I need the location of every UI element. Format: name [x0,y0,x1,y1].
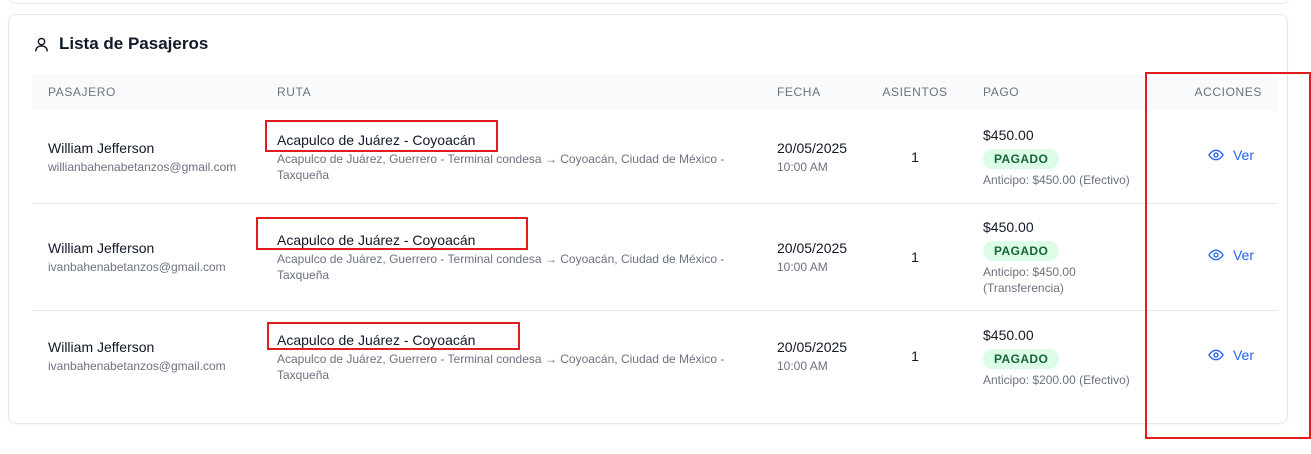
trip-time: 10:00 AM [777,359,828,374]
seats-cell: 1 [863,111,967,203]
status-badge: PAGADO [983,149,1060,170]
table-row: William Jefferson willianbahenabetanzos@… [32,111,1278,203]
passenger-table: PASAJERO RUTA FECHA ASIENTOS PAGO ACCION… [32,73,1278,402]
view-button[interactable]: Ver [1208,347,1254,363]
passenger-cell: William Jefferson willianbahenabetanzos@… [32,111,261,203]
view-button-label: Ver [1232,247,1254,263]
header-route: RUTA [277,85,312,99]
previous-card [8,0,1290,4]
user-icon [33,36,50,53]
payment-cell: $450.00 PAGADO Anticipo: $450.00 (Transf… [967,203,1147,310]
payment-cell: $450.00 PAGADO Anticipo: $450.00 (Efecti… [967,111,1147,203]
seat-count: 1 [911,248,919,265]
eye-icon [1208,149,1224,161]
payment-cell: $450.00 PAGADO Anticipo: $200.00 (Efecti… [967,310,1147,402]
seats-cell: 1 [863,310,967,402]
route-description: Acapulco de Juárez, Guerrero - Terminal … [277,252,725,282]
route-description: Acapulco de Juárez, Guerrero - Terminal … [277,351,725,382]
actions-cell: Ver [1147,203,1278,310]
section-title: Lista de Pasajeros [33,32,208,56]
route-cell: Acapulco de Juárez - Coyoacán Acapulco d… [261,203,761,310]
actions-cell: Ver [1147,111,1278,203]
trip-time: 10:00 AM [777,159,828,174]
header-date: FECHA [777,85,821,99]
trip-time: 10:00 AM [777,259,828,274]
passenger-cell: William Jefferson ivanbahenabetanzos@gma… [32,203,261,310]
view-button[interactable]: Ver [1208,247,1254,263]
date-cell: 20/05/2025 10:00 AM [761,203,863,310]
eye-icon [1208,349,1224,361]
date-cell: 20/05/2025 10:00 AM [761,310,863,402]
header-seats: ASIENTOS [882,85,948,99]
date-cell: 20/05/2025 10:00 AM [761,111,863,203]
table-row: William Jefferson ivanbahenabetanzos@gma… [32,310,1278,402]
route-cell: Acapulco de Juárez - Coyoacán Acapulco d… [261,310,761,402]
passenger-name: William Jefferson [48,139,155,156]
seat-count: 1 [911,148,919,165]
header-passenger: PASAJERO [48,85,116,99]
passenger-cell: William Jefferson ivanbahenabetanzos@gma… [32,310,261,402]
route-title: Acapulco de Juárez - Coyoacán [277,132,476,149]
trip-date: 20/05/2025 [777,339,848,356]
route-description: Acapulco de Juárez, Guerrero - Terminal … [277,152,725,183]
route-title: Acapulco de Juárez - Coyoacán [277,232,476,248]
payment-amount: $450.00 [983,127,1034,144]
passenger-email: willianbahenabetanzos@gmail.com [48,159,237,174]
header-payment: PAGO [983,85,1020,99]
trip-date: 20/05/2025 [777,139,848,156]
eye-icon [1208,249,1224,261]
seats-cell: 1 [863,203,967,310]
status-badge: PAGADO [983,348,1060,369]
view-button[interactable]: Ver [1208,147,1254,163]
actions-cell: Ver [1147,310,1278,402]
passenger-list-card: Lista de Pasajeros PASAJERO RUTA FECHA A… [8,14,1288,424]
passenger-name: William Jefferson [48,239,155,256]
trip-date: 20/05/2025 [777,239,848,256]
advance-payment: Anticipo: $450.00 (Transferencia) [983,265,1076,295]
payment-amount: $450.00 [983,326,1034,343]
section-title-label: Lista de Pasajeros [59,34,209,53]
header-actions: ACCIONES [1194,85,1262,99]
passenger-email: ivanbahenabetanzos@gmail.com [48,259,226,274]
payment-amount: $450.00 [983,219,1034,235]
passenger-email: ivanbahenabetanzos@gmail.com [48,359,226,374]
route-title: Acapulco de Juárez - Coyoacán [277,331,476,348]
advance-payment: Anticipo: $200.00 (Efectivo) [983,372,1130,387]
table-header-row: PASAJERO RUTA FECHA ASIENTOS PAGO ACCION… [32,73,1278,111]
route-cell: Acapulco de Juárez - Coyoacán Acapulco d… [261,111,761,203]
seat-count: 1 [911,348,919,365]
advance-payment: Anticipo: $450.00 (Efectivo) [983,173,1130,188]
view-button-label: Ver [1232,147,1254,164]
table-row: William Jefferson ivanbahenabetanzos@gma… [32,203,1278,310]
view-button-label: Ver [1232,346,1254,363]
passenger-name: William Jefferson [48,339,155,356]
status-badge: PAGADO [983,241,1060,261]
